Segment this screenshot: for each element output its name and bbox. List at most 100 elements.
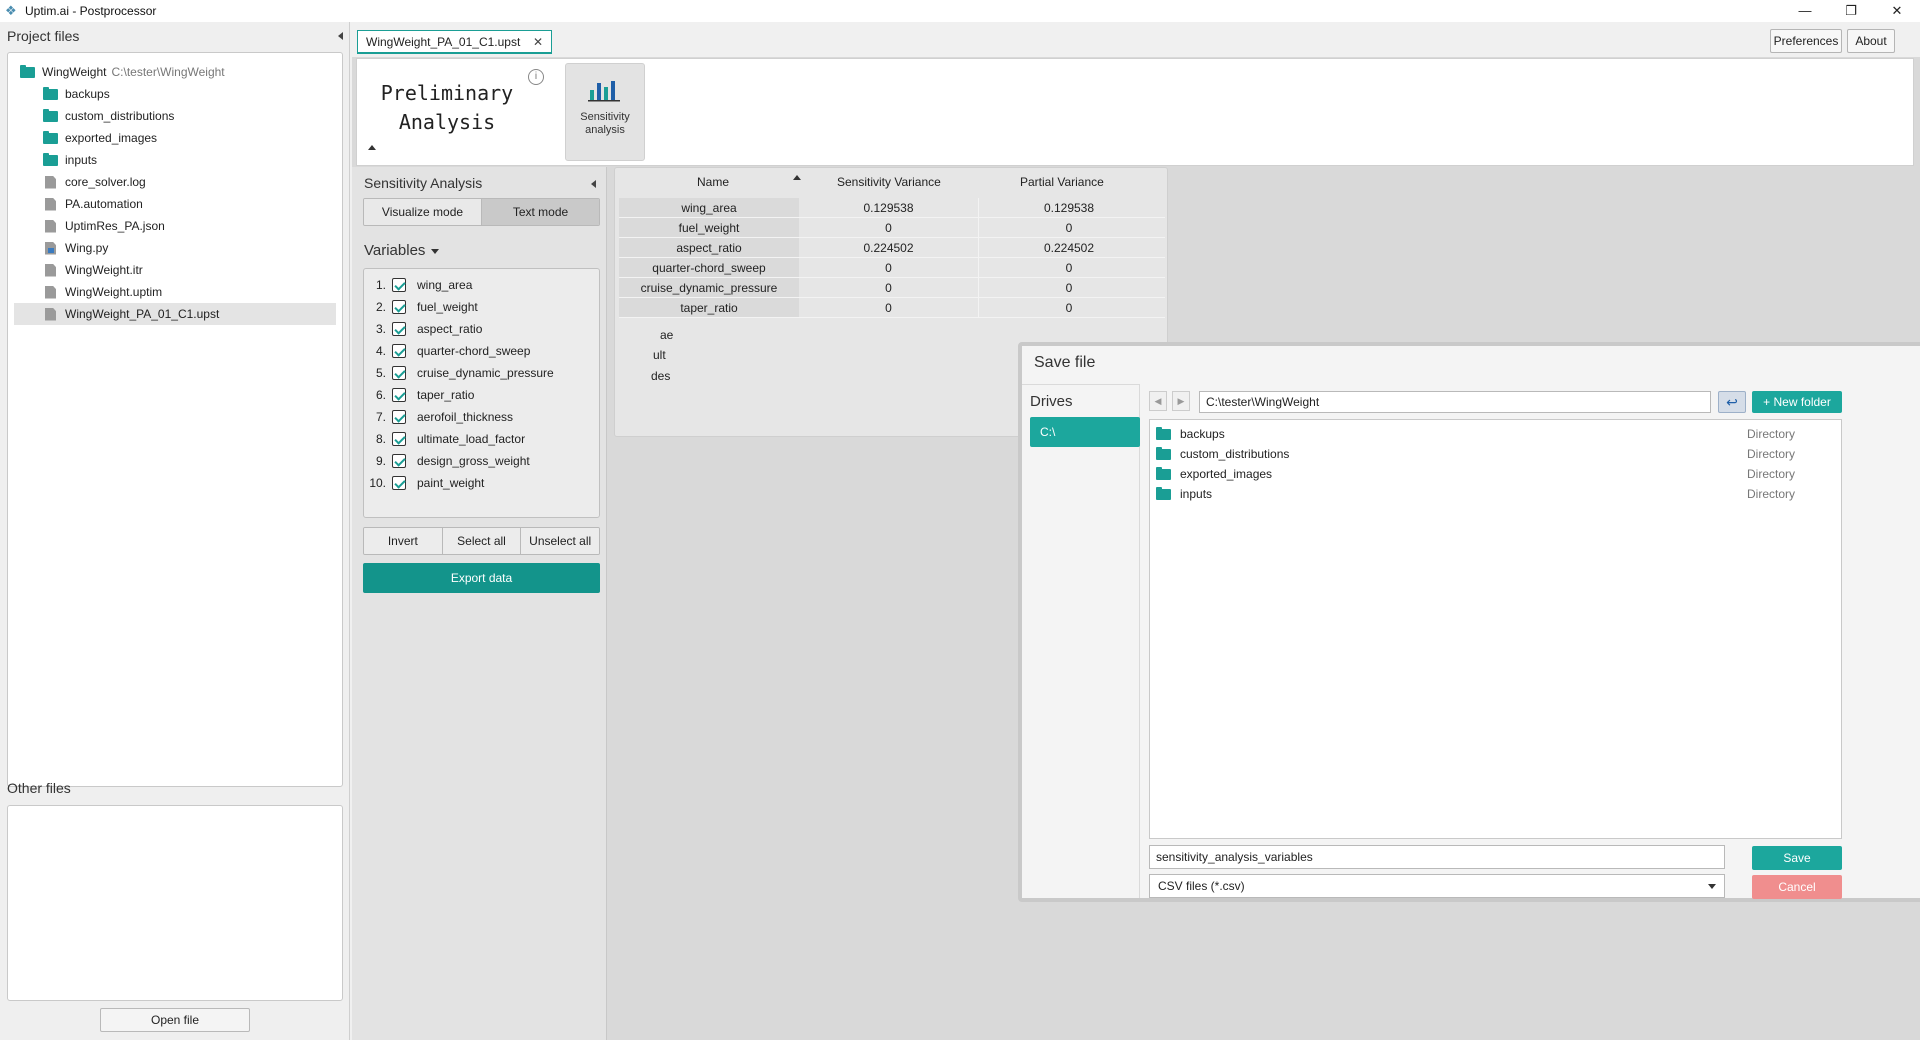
variable-row[interactable]: 10. paint_weight — [364, 472, 599, 494]
table-row[interactable]: wing_area 0.129538 0.129538 — [619, 198, 1165, 218]
root-name: WingWeight — [42, 65, 107, 79]
back-arrow-icon[interactable]: ◀ — [1149, 391, 1167, 411]
variables-dropdown[interactable]: Variables — [364, 242, 440, 259]
tree-item-inputs[interactable]: inputs — [8, 149, 342, 171]
variable-checkbox[interactable] — [392, 366, 406, 380]
folder-icon — [43, 152, 58, 166]
variable-row[interactable]: 8. ultimate_load_factor — [364, 428, 599, 450]
go-up-button[interactable]: ↩ — [1718, 391, 1746, 413]
tree-root[interactable]: WingWeight C:\tester\WingWeight — [8, 61, 342, 83]
tab-wingweight-upst[interactable]: WingWeight_PA_01_C1.upst ✕ — [357, 30, 552, 54]
tree-item-wingweight-upst[interactable]: WingWeight_PA_01_C1.upst — [14, 303, 336, 325]
tree-item-label: PA.automation — [65, 197, 143, 211]
path-input[interactable]: C:\tester\WingWeight — [1199, 391, 1711, 413]
collapse-left-panel-icon[interactable] — [338, 32, 343, 40]
tree-item-wingweight-itr[interactable]: WingWeight.itr — [8, 259, 342, 281]
file-type-select[interactable]: CSV files (*.csv) — [1149, 874, 1725, 898]
invert-button[interactable]: Invert — [364, 528, 442, 554]
tree-item-label: Wing.py — [65, 241, 109, 255]
tree-item-exported-images[interactable]: exported_images — [8, 127, 342, 149]
variable-row[interactable]: 1. wing_area — [364, 274, 599, 296]
forward-arrow-icon[interactable]: ▶ — [1172, 391, 1190, 411]
title-line-1: Preliminary — [380, 81, 514, 105]
variable-checkbox[interactable] — [392, 432, 406, 446]
drives-title: Drives — [1030, 393, 1073, 410]
table-row[interactable]: aspect_ratio 0.224502 0.224502 — [619, 238, 1165, 258]
unselect-all-button[interactable]: Unselect all — [520, 528, 599, 554]
variable-checkbox[interactable] — [392, 278, 406, 292]
variable-name: quarter-chord_sweep — [417, 344, 531, 358]
cancel-button[interactable]: Cancel — [1752, 875, 1842, 899]
filename-input[interactable]: sensitivity_analysis_variables — [1149, 845, 1725, 869]
visualize-mode-button[interactable]: Visualize mode — [364, 199, 481, 225]
select-all-button[interactable]: Select all — [441, 528, 521, 554]
table-row[interactable]: cruise_dynamic_pressure 0 0 — [619, 278, 1165, 298]
variable-number: 4. — [375, 344, 386, 358]
variable-name: paint_weight — [417, 476, 485, 490]
minimize-button[interactable]: — — [1782, 0, 1828, 22]
tree-item-wingweight-uptim[interactable]: WingWeight.uptim — [8, 281, 342, 303]
file-icon — [45, 175, 56, 189]
variable-row[interactable]: 9. design_gross_weight — [364, 450, 599, 472]
variable-row[interactable]: 6. taper_ratio — [364, 384, 599, 406]
variable-row[interactable]: 4. quarter-chord_sweep — [364, 340, 599, 362]
table-row[interactable]: quarter-chord_sweep 0 0 — [619, 258, 1165, 278]
variable-name: aspect_ratio — [417, 322, 483, 336]
entry-name: exported_images — [1180, 467, 1273, 481]
tree-item-uptimres-json[interactable]: UptimRes_PA.json — [8, 215, 342, 237]
variable-row[interactable]: 5. cruise_dynamic_pressure — [364, 362, 599, 384]
collapse-sensitivity-panel-icon[interactable] — [591, 180, 596, 188]
table-row[interactable]: fuel_weight 0 0 — [619, 218, 1165, 238]
sensitivity-analysis-button[interactable]: Sensitivity analysis — [565, 63, 645, 161]
variable-checkbox[interactable] — [392, 344, 406, 358]
variable-checkbox[interactable] — [392, 300, 406, 314]
list-item[interactable]: exported_images Directory — [1150, 464, 1841, 484]
about-button[interactable]: About — [1847, 29, 1895, 53]
info-icon[interactable]: i — [528, 69, 544, 85]
variable-row[interactable]: 2. fuel_weight — [364, 296, 599, 318]
export-data-button[interactable]: Export data — [363, 563, 600, 593]
tree-item-wing-py[interactable]: Wing.py — [8, 237, 342, 259]
close-tab-icon[interactable]: ✕ — [533, 31, 543, 53]
restore-button[interactable]: ❐ — [1828, 0, 1874, 22]
variable-checkbox[interactable] — [392, 476, 406, 490]
column-header-partial[interactable]: Partial Variance — [1020, 175, 1104, 189]
tree-item-core-solver-log[interactable]: core_solver.log — [8, 171, 342, 193]
cell-sensitivity: 0 — [799, 278, 979, 297]
variable-checkbox[interactable] — [392, 388, 406, 402]
tree-item-backups[interactable]: backups — [8, 83, 342, 105]
text-mode-button[interactable]: Text mode — [481, 199, 599, 225]
variable-checkbox[interactable] — [392, 322, 406, 336]
drive-c[interactable]: C:\ — [1030, 417, 1140, 447]
variable-checkbox[interactable] — [392, 410, 406, 424]
chevron-down-icon — [1708, 884, 1716, 889]
file-type-value: CSV files (*.csv) — [1158, 879, 1245, 893]
variable-checkbox[interactable] — [392, 454, 406, 468]
variable-name: fuel_weight — [417, 300, 478, 314]
ribbon: Preliminary Analysis i Sensitivity analy… — [356, 58, 1914, 166]
variable-row[interactable]: 3. aspect_ratio — [364, 318, 599, 340]
close-window-button[interactable]: ✕ — [1874, 0, 1920, 22]
new-folder-button[interactable]: + New folder — [1752, 391, 1842, 413]
title-line-2: Analysis — [398, 110, 496, 134]
column-header-name[interactable]: Name — [697, 175, 729, 189]
root-path: C:\tester\WingWeight — [111, 65, 225, 79]
other-files-list — [7, 805, 343, 1001]
cell-partial: 0 — [1065, 301, 1073, 315]
file-icon — [45, 197, 56, 211]
collapse-ribbon-icon[interactable] — [368, 145, 376, 150]
variable-row[interactable]: 7. aerofoil_thickness — [364, 406, 599, 428]
file-list: backups Directory custom_distributions Dir… — [1149, 419, 1842, 839]
tree-item-label: WingWeight.uptim — [65, 285, 163, 299]
open-file-button[interactable]: Open file — [100, 1008, 250, 1032]
list-item[interactable]: inputs Directory — [1150, 484, 1841, 504]
list-item[interactable]: backups Directory — [1150, 424, 1841, 444]
folder-icon — [1156, 486, 1171, 500]
tree-item-pa-automation[interactable]: PA.automation — [8, 193, 342, 215]
table-row[interactable]: taper_ratio 0 0 — [619, 298, 1165, 318]
save-button[interactable]: Save — [1752, 846, 1842, 870]
preferences-button[interactable]: Preferences — [1770, 29, 1842, 53]
list-item[interactable]: custom_distributions Directory — [1150, 444, 1841, 464]
tree-item-custom-distributions[interactable]: custom_distributions — [8, 105, 342, 127]
column-header-sensitivity[interactable]: Sensitivity Variance — [837, 175, 941, 189]
